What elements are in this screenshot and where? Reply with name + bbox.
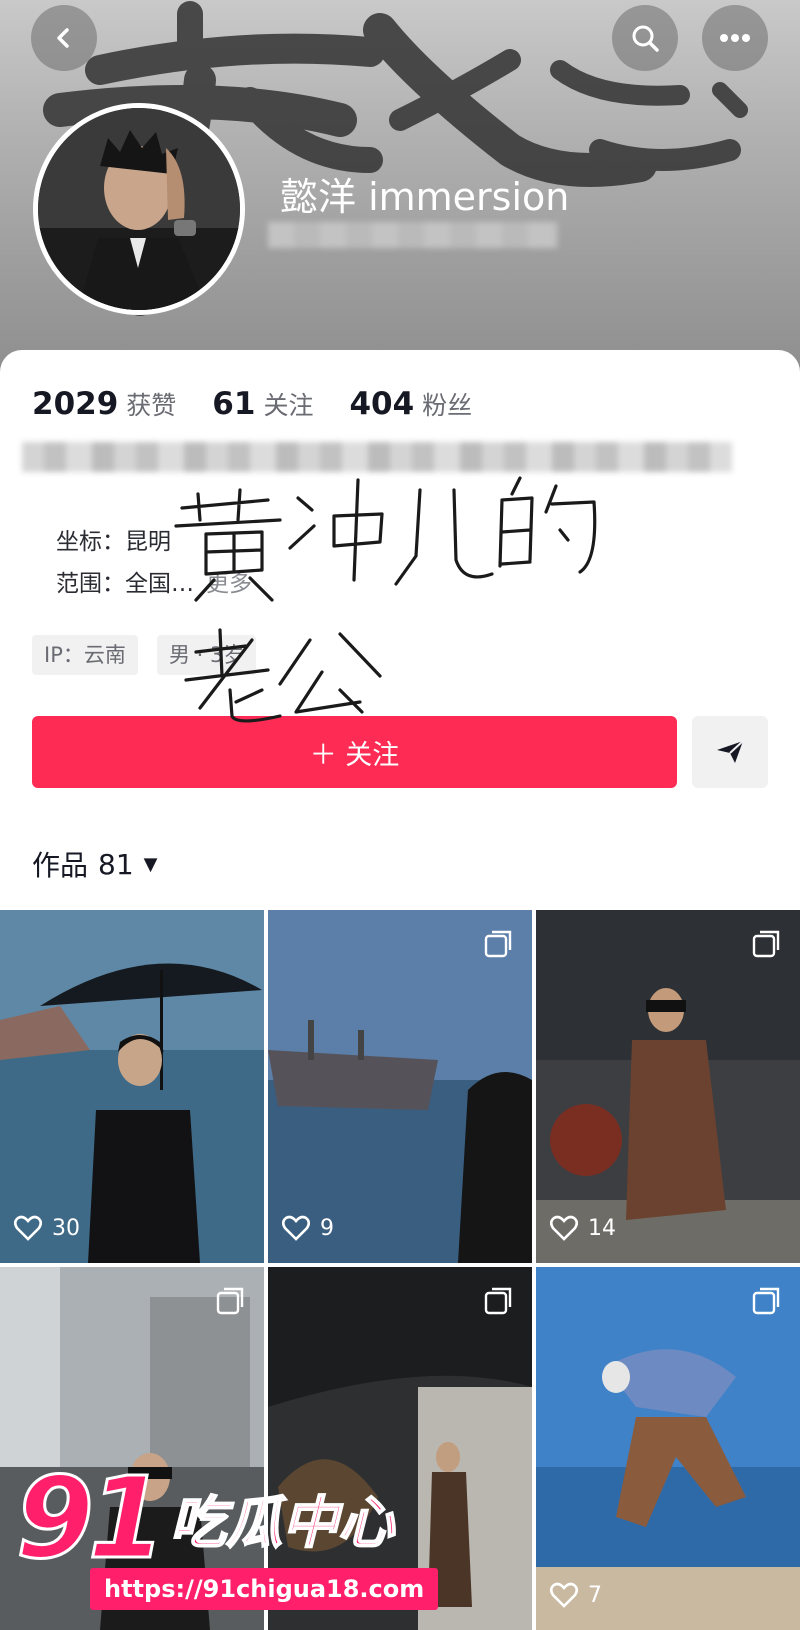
- thumbnail-image: [268, 1267, 532, 1630]
- profile-card: 2029 获赞 61 关注 404 粉丝 坐标：昆明 范围：全国… 更多 IP：云…: [0, 350, 800, 910]
- thumbnail-image: [0, 910, 264, 1263]
- multi-image-icon: [216, 1287, 244, 1315]
- like-count-text: 7: [588, 1582, 602, 1608]
- blurred-bio: [22, 442, 732, 472]
- avatar[interactable]: [33, 103, 245, 315]
- gender-age-text: 男 · 3: [169, 643, 224, 667]
- like-count: 30: [14, 1215, 80, 1241]
- blurred-id: [268, 222, 558, 248]
- share-button[interactable]: [692, 716, 768, 788]
- search-button[interactable]: [612, 5, 678, 71]
- video-thumbnail[interactable]: [0, 1267, 264, 1630]
- more-icon: [720, 34, 750, 42]
- ip-tag: IP：云南: [32, 635, 138, 675]
- video-thumbnail[interactable]: 9: [268, 910, 532, 1263]
- location-line: 坐标：昆明: [56, 522, 171, 556]
- heart-icon: [550, 1215, 578, 1241]
- like-count: 9: [282, 1215, 334, 1241]
- multi-image-icon: [752, 930, 780, 958]
- location-label: 坐标：: [56, 529, 125, 555]
- range-value: 全国…: [125, 571, 194, 597]
- followers-count[interactable]: 404: [349, 386, 414, 422]
- video-thumbnail[interactable]: 7: [536, 1267, 800, 1630]
- video-thumbnail[interactable]: 30: [0, 910, 264, 1263]
- heart-icon: [282, 1215, 310, 1241]
- thumbnail-image: [0, 1267, 264, 1630]
- follow-button[interactable]: ＋ 关注: [32, 716, 677, 788]
- range-label: 范围：: [56, 571, 125, 597]
- multi-image-icon: [484, 1287, 512, 1315]
- followers-label: 粉丝: [422, 391, 473, 420]
- search-icon: [632, 25, 659, 52]
- thumbnail-image: [536, 1267, 800, 1630]
- works-count: 81: [98, 847, 134, 881]
- video-thumbnail[interactable]: 14: [536, 910, 800, 1263]
- like-count-text: 30: [52, 1215, 80, 1241]
- gender-age-tag: 男 · 3岁: [157, 635, 257, 675]
- likes-label: 获赞: [126, 391, 177, 420]
- works-grid: 30 9 14 7: [0, 910, 800, 1630]
- range-line: 范围：全国… 更多: [56, 564, 252, 598]
- thumbnail-image: [536, 910, 800, 1263]
- likes-count[interactable]: 2029: [32, 386, 118, 422]
- avatar-photo: [38, 108, 240, 310]
- following-count[interactable]: 61: [212, 386, 255, 422]
- back-icon: [57, 28, 69, 48]
- like-count-text: 9: [320, 1215, 334, 1241]
- like-count: 14: [550, 1215, 616, 1241]
- video-thumbnail[interactable]: [268, 1267, 532, 1630]
- works-label: 作品: [32, 849, 89, 882]
- back-button[interactable]: [31, 5, 97, 71]
- like-count: 7: [550, 1582, 602, 1608]
- profile-header: 懿洋 immersion: [0, 0, 800, 380]
- age-suffix: 岁: [223, 643, 245, 667]
- share-icon: [717, 740, 744, 763]
- heart-icon: [550, 1582, 578, 1608]
- more-link[interactable]: 更多: [206, 571, 252, 597]
- multi-image-icon: [484, 930, 512, 958]
- heart-icon: [14, 1215, 42, 1241]
- profile-nickname: 懿洋 immersion: [280, 175, 570, 219]
- more-button[interactable]: [702, 5, 768, 71]
- caret-down-icon: ▼: [143, 853, 158, 875]
- works-tab[interactable]: 作品 81 ▼: [32, 844, 158, 884]
- following-label: 关注: [263, 391, 314, 420]
- like-count-text: 14: [588, 1215, 616, 1241]
- location-value: 昆明: [125, 529, 171, 555]
- thumbnail-image: [268, 910, 532, 1263]
- stats-row: 2029 获赞 61 关注 404 粉丝: [32, 386, 508, 422]
- multi-image-icon: [752, 1287, 780, 1315]
